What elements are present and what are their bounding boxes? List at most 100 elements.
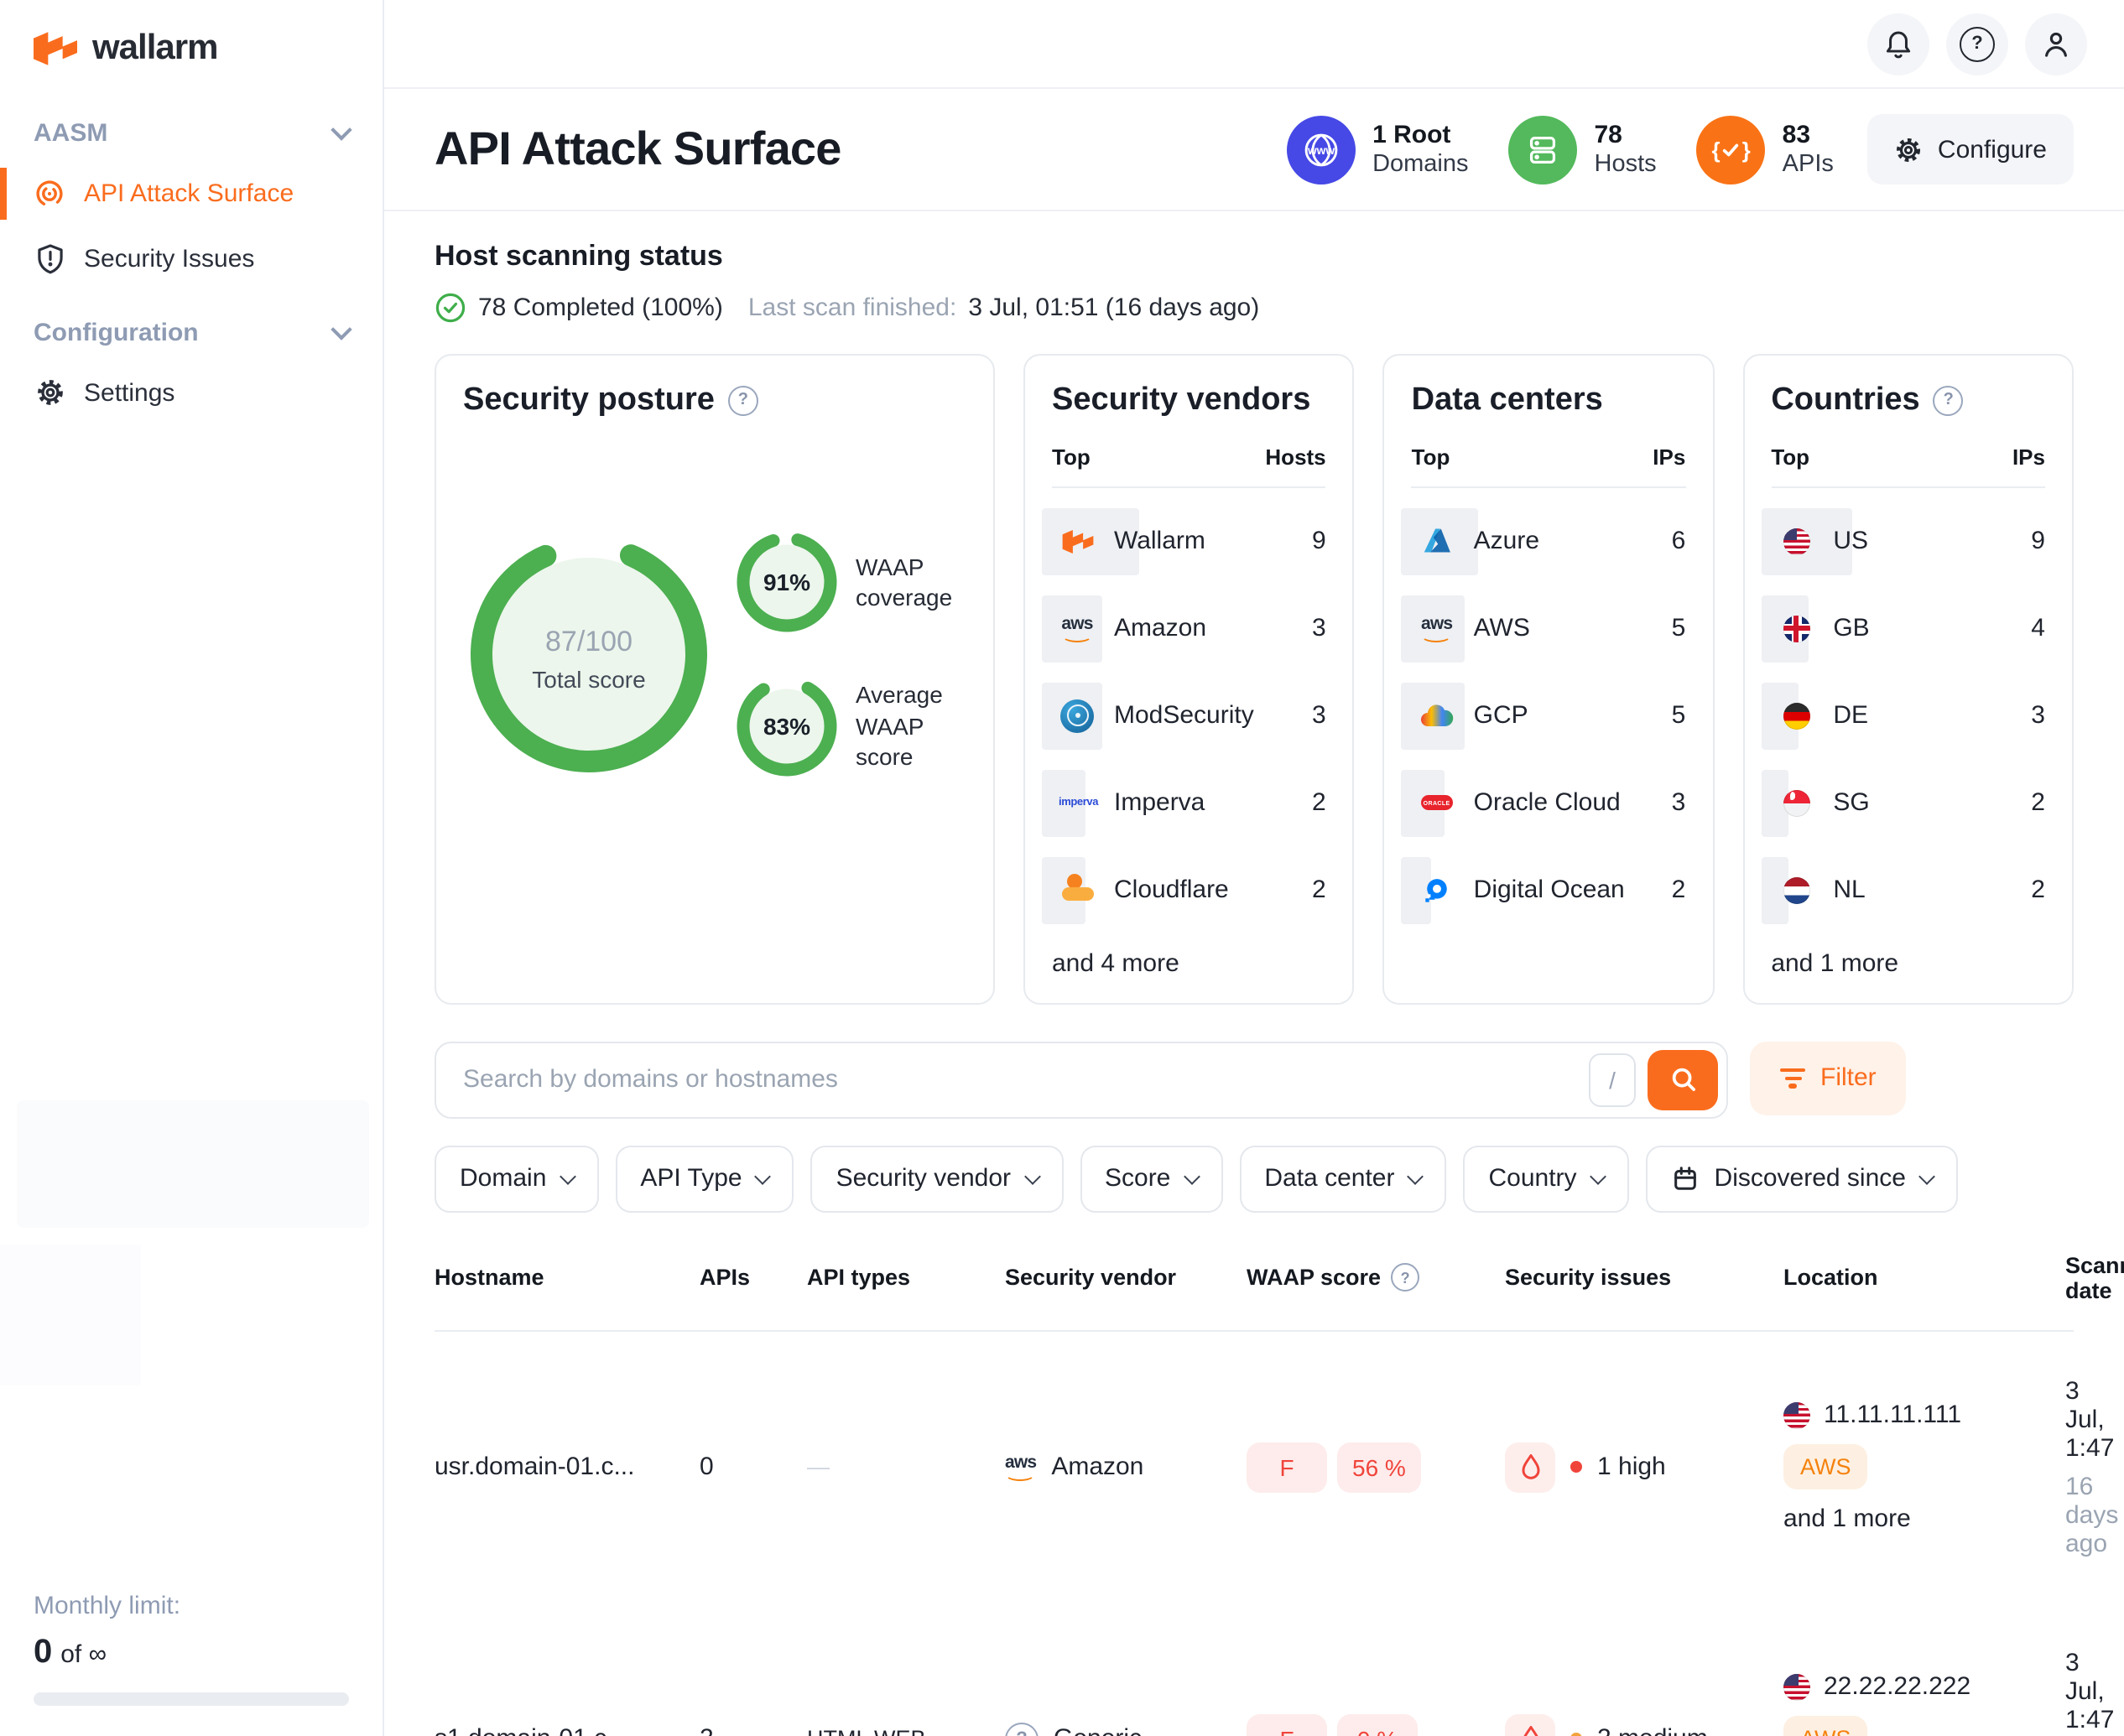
card-row-aws[interactable]: awsAWS 5 (1412, 595, 1686, 663)
table-row[interactable]: s1.domain-01.c... 2 HTML WEB ?Generic F … (435, 1603, 2074, 1736)
security-posture-title: Security posture (463, 381, 715, 421)
location-more[interactable]: and 1 more (1783, 1505, 2052, 1534)
monthly-limit-label: Monthly limit: (34, 1592, 349, 1620)
filter-chip-security-vendor[interactable]: Security vendor (811, 1146, 1063, 1213)
search-input[interactable] (460, 1064, 1589, 1096)
row-value: 4 (2031, 615, 2045, 643)
mini-ring-value: 83% (735, 674, 839, 778)
vendor-cell: ?Generic (1005, 1723, 1233, 1736)
help-icon[interactable]: ? (1934, 386, 1964, 416)
chevron-down-icon (1183, 1169, 1200, 1186)
row-value: 5 (1672, 702, 1686, 730)
table-header: HostnameAPIsAPI typesSecurity vendorWAAP… (435, 1253, 2074, 1332)
ip-address: 11.11.11.111 (1824, 1401, 1961, 1430)
empty-dash: — (807, 1455, 830, 1480)
wallarm-logo[interactable]: wallarm (0, 0, 383, 92)
row-name: SG (1833, 788, 1869, 818)
card-row-nl[interactable]: NL 2 (1771, 857, 2045, 924)
row-value: 3 (1312, 702, 1326, 730)
api-types-cell: HTML WEB (807, 1727, 992, 1736)
card-row-sg[interactable]: SG 2 (1771, 770, 2045, 837)
filter-chip-domain[interactable]: Domain (435, 1146, 598, 1213)
row-name: DE (1833, 701, 1868, 730)
mini-ring-value: 91% (735, 530, 839, 634)
servers-icon (1524, 130, 1563, 169)
card-row-imperva[interactable]: impervaImperva 2 (1052, 770, 1326, 837)
stat-icon: {} (1697, 115, 1766, 184)
filter-button[interactable]: Filter (1750, 1042, 1907, 1115)
row-value: 9 (2031, 528, 2045, 556)
security-posture-card: Security posture ? 87/100 Total score (435, 354, 995, 1005)
card-row-wallarm[interactable]: Wallarm 9 (1052, 508, 1326, 575)
account-button[interactable] (2025, 13, 2087, 75)
content: Host scanning status 78 Completed (100%)… (384, 211, 2124, 1736)
score-grade-badge: F (1247, 1714, 1327, 1736)
card-row-modsecurity[interactable]: ModSecurity 3 (1052, 683, 1326, 750)
search-row: / Filter (435, 1042, 2074, 1119)
total-score-ring: 87/100 Total score (463, 528, 715, 780)
card-columns: TopIPs (1412, 444, 1686, 488)
svg-text:www: www (1307, 143, 1335, 156)
card-row-cloudflare[interactable]: Cloudflare 2 (1052, 857, 1326, 924)
filter-chip-country[interactable]: Country (1463, 1146, 1628, 1213)
help-button[interactable]: ? (1946, 13, 2008, 75)
sidebar-section-configuration[interactable]: Configuration (0, 292, 383, 361)
sidebar-item-api-attack-surface[interactable]: API Attack Surface (0, 161, 383, 226)
scan-status-heading: Host scanning status (435, 240, 2074, 273)
configure-button[interactable]: Configure (1867, 114, 2074, 185)
location-cell: 22.22.22.222 AWS and 1 more (1783, 1673, 2052, 1736)
card-row-digital-ocean[interactable]: Digital Ocean 2 (1412, 857, 1686, 924)
modsecurity-icon (1060, 699, 1094, 733)
sidebar-section-aasm[interactable]: AASM (0, 92, 383, 161)
card-row-oracle-cloud[interactable]: ORACLEOracle Cloud 3 (1412, 770, 1686, 837)
filter-chip-api-type[interactable]: API Type (615, 1146, 794, 1213)
row-value: 9 (1312, 528, 1326, 556)
card-row-gcp[interactable]: GCP 5 (1412, 683, 1686, 750)
filter-chip-score[interactable]: Score (1080, 1146, 1222, 1213)
filter-chip-data-center[interactable]: Data center (1239, 1146, 1446, 1213)
sidebar-item-security-issues[interactable]: Security Issues (0, 226, 383, 292)
help-icon[interactable]: ? (728, 386, 758, 416)
table-row[interactable]: usr.domain-01.c... 0 — awsAmazon F 56 % … (435, 1332, 2074, 1603)
api-types-cell: — (807, 1455, 992, 1480)
scanned-date-cell: 3 Jul, 1:4716 days ago (2065, 1649, 2118, 1736)
row-value: 2 (2031, 789, 2045, 818)
stat-value: 83 (1783, 118, 1834, 151)
card-row-azure[interactable]: Azure 6 (1412, 508, 1686, 575)
chevron-down-icon (559, 1169, 575, 1186)
filter-chip-discovered-since[interactable]: Discovered since (1646, 1146, 1958, 1213)
filter-icon (1780, 1068, 1805, 1088)
chevron-down-icon (1023, 1169, 1040, 1186)
total-score-value: 87 (545, 626, 577, 658)
page-header: API Attack Surface www 1 Root Domains 78… (384, 89, 2124, 211)
notifications-button[interactable] (1867, 13, 1929, 75)
cloudflare-icon (1061, 881, 1093, 901)
column-hostname: Hostname (435, 1266, 686, 1291)
row-value: 5 (1672, 615, 1686, 643)
sidebar-skeleton (17, 1100, 369, 1228)
card-row-amazon[interactable]: awsAmazon 3 (1052, 595, 1326, 663)
card-row-us[interactable]: US 9 (1771, 508, 2045, 575)
card-title: Countries? (1771, 381, 2045, 421)
help-icon[interactable]: ? (1391, 1264, 1419, 1292)
issues-text: 1 high (1597, 1453, 1666, 1482)
topbar: ? (384, 0, 2124, 89)
search-button[interactable] (1648, 1050, 1718, 1110)
sidebar-item-settings[interactable]: Settings (0, 361, 383, 424)
datacenter-badge: AWS (1783, 1445, 1868, 1490)
flag-us-icon (1783, 1674, 1810, 1701)
search-icon (1668, 1066, 1697, 1094)
show-more[interactable]: and 4 more (1052, 949, 1326, 978)
monthly-limit-used: 0 (34, 1634, 52, 1671)
show-more[interactable]: and 1 more (1771, 949, 2045, 978)
security-vendors-card: Security vendors TopHosts Wallarm 9 awsA… (1023, 354, 1355, 1005)
flag-gb-icon (1783, 616, 1809, 642)
header-stats: www 1 Root Domains 78 Hosts {} 83 APIs (1287, 115, 1834, 184)
filter-label: Filter (1820, 1064, 1877, 1093)
slash-shortcut-hint: / (1589, 1053, 1636, 1107)
chip-label: Country (1488, 1165, 1576, 1193)
posture-body: 87/100 Total score 91% WAAP coverage 83%… (463, 528, 966, 780)
aws-icon: aws (1421, 615, 1452, 642)
card-row-de[interactable]: DE 3 (1771, 683, 2045, 750)
card-row-gb[interactable]: GB 4 (1771, 595, 2045, 663)
